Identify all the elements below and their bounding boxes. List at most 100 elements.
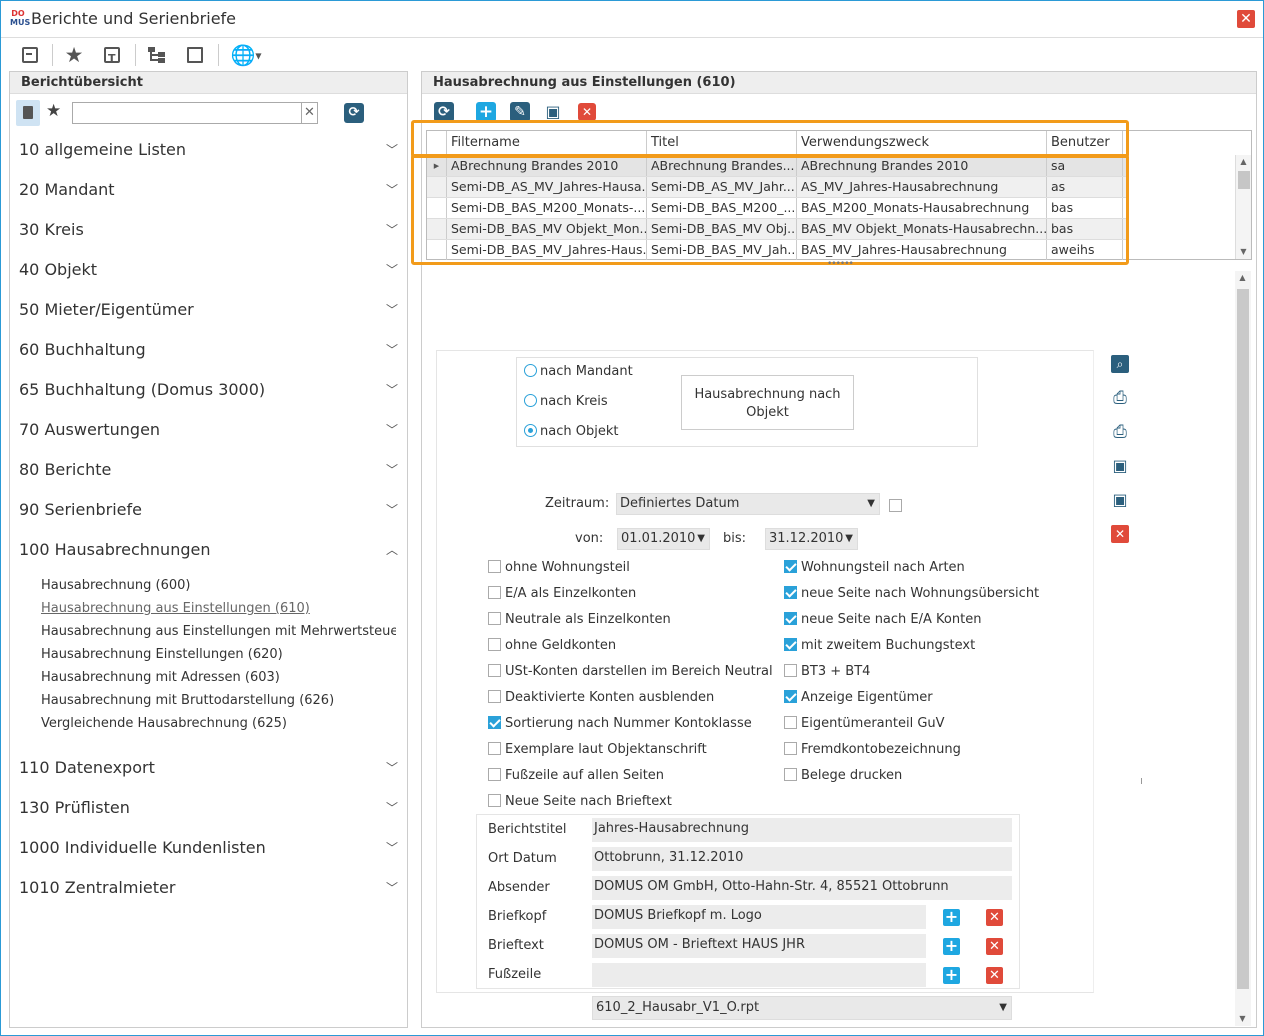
delete-brieftext-button[interactable]: ✕ <box>986 938 1003 955</box>
category-110[interactable]: 110 Datenexport ﹀ <box>19 755 399 781</box>
report-item[interactable]: Hausabrechnung (600) <box>41 578 396 593</box>
delete-briefkopf-button[interactable]: ✕ <box>986 909 1003 926</box>
briefkopf-field[interactable]: DOMUS Briefkopf m. Logo <box>592 905 926 929</box>
ort-datum-field[interactable]: Ottobrunn, 31.12.2010 <box>592 847 1012 871</box>
checkbox-neue-seite-brieftext[interactable]: Neue Seite nach Brieftext <box>488 794 672 812</box>
bis-date-picker[interactable]: 31.12.2010 ▼ <box>765 528 858 550</box>
save-all-icon[interactable]: ▣ <box>1111 491 1129 509</box>
chart-document-icon[interactable] <box>182 42 208 68</box>
checkbox-box-checked[interactable] <box>784 612 797 625</box>
report-item[interactable]: Hausabrechnung Einstellungen (620) <box>41 647 396 662</box>
checkbox-box[interactable] <box>488 664 501 677</box>
grid-scrollbar[interactable]: ▲ ▼ <box>1235 155 1251 259</box>
zeitraum-select[interactable]: Definiertes Datum ▼ <box>616 493 880 515</box>
report-item[interactable]: Vergleichende Hausabrechnung (625) <box>41 716 396 731</box>
checkbox-box[interactable] <box>488 560 501 573</box>
category-65[interactable]: 65 Buchhaltung (Domus 3000) ﹀ <box>19 377 399 403</box>
checkbox-box[interactable] <box>488 586 501 599</box>
radio-mandant[interactable]: nach Mandant <box>524 364 633 382</box>
refresh-icon[interactable]: ⟳ <box>344 103 364 123</box>
category-100[interactable]: 100 Hausabrechnungen ︿ <box>19 537 399 563</box>
report-item-selected[interactable]: Hausabrechnung aus Einstellungen (610) <box>41 601 396 616</box>
print-add-icon[interactable]: ⎙ <box>1111 423 1129 441</box>
scroll-up-icon[interactable]: ▲ <box>1235 271 1250 285</box>
checkbox-box-checked[interactable] <box>784 586 797 599</box>
checkbox-box[interactable] <box>488 768 501 781</box>
berichtstitel-field[interactable]: Jahres-Hausabrechnung <box>592 818 1012 842</box>
checkbox-box[interactable] <box>784 664 797 677</box>
scroll-up-icon[interactable]: ▲ <box>1236 155 1251 169</box>
checkbox-neutrale-einzelkonten[interactable]: Neutrale als Einzelkonten <box>488 612 671 630</box>
checkbox-box-checked[interactable] <box>784 690 797 703</box>
checkbox-box-checked[interactable] <box>488 716 501 729</box>
fusszeile-field[interactable] <box>592 963 926 987</box>
category-50[interactable]: 50 Mieter/Eigentümer ﹀ <box>19 297 399 323</box>
checkbox-bt3-bt4[interactable]: BT3 + BT4 <box>784 664 870 682</box>
checkbox-box[interactable] <box>488 690 501 703</box>
scroll-thumb[interactable] <box>1238 171 1250 189</box>
checkbox-fremdkonto[interactable]: Fremdkontobezeichnung <box>784 742 961 760</box>
add-icon[interactable]: + <box>476 102 496 122</box>
checkbox-box-checked[interactable] <box>784 638 797 651</box>
clear-search-icon[interactable]: ✕ <box>301 103 317 123</box>
checkbox-zweiter-buchungstext[interactable]: mit zweitem Buchungstext <box>784 638 975 656</box>
save-icon[interactable]: ▣ <box>1111 457 1129 475</box>
star-icon[interactable]: ★ <box>61 42 87 68</box>
import-icon[interactable] <box>17 42 43 68</box>
checkbox-box[interactable] <box>488 794 501 807</box>
checkbox-ohne-geldkonten[interactable]: ohne Geldkonten <box>488 638 616 656</box>
search-input[interactable]: ✕ <box>72 102 318 124</box>
checkbox-neue-seite-ea[interactable]: neue Seite nach E/A Konten <box>784 612 981 630</box>
delete-fusszeile-button[interactable]: ✕ <box>986 967 1003 984</box>
hausabrechnung-nach-objekt-button[interactable]: Hausabrechnung nach Objekt <box>681 375 854 430</box>
add-brieftext-button[interactable]: + <box>943 938 960 955</box>
checkbox-box-checked[interactable] <box>784 560 797 573</box>
checkbox-box[interactable] <box>488 742 501 755</box>
radio-button[interactable] <box>524 364 537 377</box>
radio-button[interactable] <box>524 394 537 407</box>
checkbox-box[interactable] <box>784 768 797 781</box>
category-70[interactable]: 70 Auswertungen ﹀ <box>19 417 399 443</box>
absender-field[interactable]: DOMUS OM GmbH, Otto-Hahn-Str. 4, 85521 O… <box>592 876 1012 900</box>
splitter-handle[interactable]: •••••• <box>827 259 854 269</box>
category-1000[interactable]: 1000 Individuelle Kundenlisten ﹀ <box>19 835 399 861</box>
zeitraum-checkbox[interactable] <box>889 499 902 512</box>
category-20[interactable]: 20 Mandant ﹀ <box>19 177 399 203</box>
von-date-picker[interactable]: 01.01.2010 ▼ <box>617 528 710 550</box>
refresh-icon[interactable]: ⟳ <box>434 102 454 122</box>
checkbox-belege-drucken[interactable]: Belege drucken <box>784 768 902 786</box>
delete-icon[interactable]: ✕ <box>1111 525 1129 543</box>
form-scrollbar[interactable]: ▲ ▼ <box>1235 271 1251 1026</box>
category-90[interactable]: 90 Serienbriefe ﹀ <box>19 497 399 523</box>
favorite-star-icon[interactable]: ★ <box>46 101 61 121</box>
scroll-down-icon[interactable]: ▼ <box>1235 1012 1250 1026</box>
checkbox-box[interactable] <box>784 716 797 729</box>
category-80[interactable]: 80 Berichte ﹀ <box>19 457 399 483</box>
checkbox-ust-konten[interactable]: USt-Konten darstellen im Bereich Neutral <box>488 664 773 682</box>
checkbox-box[interactable] <box>488 612 501 625</box>
radio-objekt[interactable]: nach Objekt <box>524 424 618 442</box>
report-item[interactable]: Hausabrechnung mit Bruttodarstellung (62… <box>41 693 396 708</box>
category-30[interactable]: 30 Kreis ﹀ <box>19 217 399 243</box>
radio-button-checked[interactable] <box>524 424 537 437</box>
category-10[interactable]: 10 allgemeine Listen ﹀ <box>19 137 399 163</box>
category-1010[interactable]: 1010 Zentralmieter ﹀ <box>19 875 399 901</box>
text-template-icon[interactable] <box>99 42 125 72</box>
checkbox-exemplare[interactable]: Exemplare laut Objektanschrift <box>488 742 707 760</box>
report-item[interactable]: Hausabrechnung mit Adressen (603) <box>41 670 396 685</box>
checkbox-deaktivierte-konten[interactable]: Deaktivierte Konten ausblenden <box>488 690 714 708</box>
checkbox-box[interactable] <box>784 742 797 755</box>
scroll-down-icon[interactable]: ▼ <box>1236 245 1251 259</box>
checkbox-fusszeile[interactable]: Fußzeile auf allen Seiten <box>488 768 664 786</box>
edit-icon[interactable]: ✎ <box>510 102 530 122</box>
checkbox-anzeige-eigentuemer[interactable]: Anzeige Eigentümer <box>784 690 933 708</box>
checkbox-neue-seite-wohnung[interactable]: neue Seite nach Wohnungsübersicht <box>784 586 1039 604</box>
document-icon[interactable] <box>16 100 40 126</box>
delete-icon[interactable]: ✕ <box>578 103 596 121</box>
category-130[interactable]: 130 Prüflisten ﹀ <box>19 795 399 821</box>
checkbox-ea-einzelkonten[interactable]: E/A als Einzelkonten <box>488 586 636 604</box>
checkbox-sortierung[interactable]: Sortierung nach Nummer Kontoklasse <box>488 716 752 734</box>
brieftext-field[interactable]: DOMUS OM - Brieftext HAUS JHR <box>592 934 926 958</box>
radio-kreis[interactable]: nach Kreis <box>524 394 608 412</box>
tree-icon[interactable] <box>144 42 170 68</box>
